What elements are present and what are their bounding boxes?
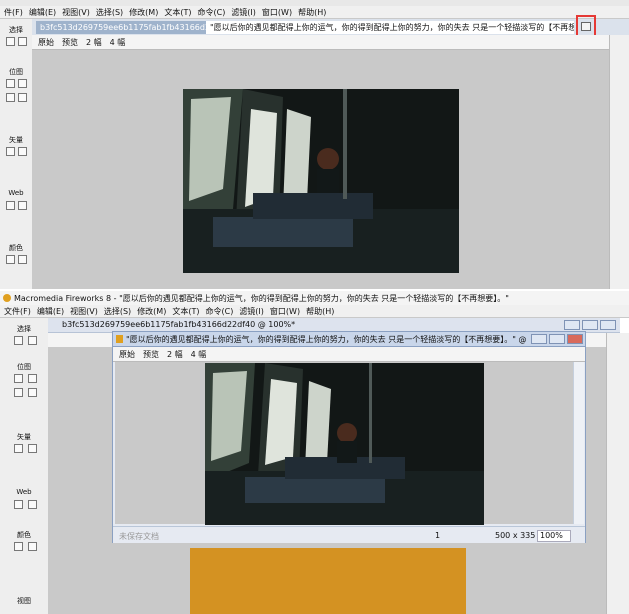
document-window-titlebar: "愿以后你的遇见都配得上你的运气，你的得到配得上你的努力，你的失去 只是一个轻描… (113, 332, 585, 347)
doc-tab-active[interactable]: "愿以后你的遇见都配得上你的运气，你的得到配得上你的努力，你的失去 只是一个轻描… (206, 21, 574, 34)
menu-item[interactable]: 帮助(H) (298, 7, 326, 18)
pen-icon[interactable] (6, 147, 15, 156)
view-tab-4up[interactable]: 4 幅 (191, 349, 207, 360)
tool-group-label: Web (16, 488, 32, 496)
bottom-right-panel (606, 333, 629, 614)
menu-item[interactable]: 滤镜(I) (239, 306, 264, 317)
menu-item[interactable]: 命令(C) (197, 7, 225, 18)
lasso-icon[interactable] (14, 374, 23, 383)
lasso-icon[interactable] (6, 79, 15, 88)
minimize-icon[interactable] (564, 320, 580, 330)
menu-item[interactable]: 窗口(W) (262, 7, 292, 18)
tool-group-label: 矢量 (17, 433, 31, 441)
menu-item[interactable]: 文本(T) (172, 306, 199, 317)
view-tab-4up[interactable]: 4 幅 (110, 37, 126, 48)
tool-group-label: Web (8, 189, 24, 197)
menu-item[interactable]: 编辑(E) (37, 306, 64, 317)
top-doc-tabs: b3fc513d269759ee6b1175fab1fb43166d22df40… (32, 15, 629, 37)
menu-item[interactable]: 修改(M) (137, 306, 166, 317)
menu-item[interactable]: 帮助(H) (306, 306, 334, 317)
fireworks-app-icon (3, 294, 11, 302)
minimize-icon[interactable] (531, 334, 547, 344)
status-doc-info: 未保存文档 (119, 532, 159, 541)
train-photo (183, 89, 459, 273)
top-toolbox: 选择 位图 矢量 Web 颜色 (0, 19, 33, 289)
menu-item[interactable]: 选择(S) (96, 7, 123, 18)
top-menubar: 件(F) 编辑(E) 视图(V) 选择(S) 修改(M) 文本(T) 命令(C)… (0, 6, 629, 19)
bottom-menubar: 文件(F) 编辑(E) 视图(V) 选择(S) 修改(M) 文本(T) 命令(C… (0, 305, 629, 318)
pen-icon[interactable] (18, 93, 27, 102)
menu-item[interactable]: 件(F) (4, 7, 23, 18)
view-tab-original[interactable]: 原始 (119, 349, 135, 360)
doc-strip-title: b3fc513d269759ee6b1175fab1fb43166d22df40… (62, 320, 296, 329)
hotspot-icon[interactable] (6, 201, 15, 210)
tool-group-label: 选择 (9, 26, 23, 34)
eyedropper-icon[interactable] (6, 255, 15, 264)
tool-group-label: 视图 (17, 597, 31, 605)
cursor-icon[interactable] (14, 336, 23, 345)
crop-icon[interactable] (28, 336, 37, 345)
train-photo-bottom (205, 363, 484, 525)
status-bar: 未保存文档 1 500 x 335 100% (113, 526, 585, 543)
tool-group-label: 位图 (17, 363, 31, 371)
train-photo-art (183, 89, 459, 273)
paint-bucket-icon[interactable] (18, 255, 27, 264)
close-icon[interactable] (600, 320, 616, 330)
slice-icon[interactable] (18, 201, 27, 210)
hotspot-icon[interactable] (14, 500, 23, 509)
text-icon[interactable] (18, 147, 27, 156)
menu-item[interactable]: 视图(V) (62, 7, 90, 18)
text-icon[interactable] (28, 444, 37, 453)
image-size: 500 x 335 (495, 531, 536, 540)
doc-tab[interactable]: b3fc513d269759ee6b1175fab1fb43166d22df40… (36, 21, 206, 34)
menu-item[interactable]: 命令(C) (205, 306, 233, 317)
maximize-icon[interactable] (549, 334, 565, 344)
document-icon (116, 335, 123, 343)
document-window-title: "愿以后你的遇见都配得上你的运气，你的得到配得上你的努力，你的失去 只是一个轻描… (126, 335, 526, 344)
view-tab-preview[interactable]: 预览 (143, 349, 159, 360)
menu-item[interactable]: 窗口(W) (270, 306, 300, 317)
menu-item[interactable]: 视图(V) (70, 306, 98, 317)
cursor-icon[interactable] (6, 37, 15, 46)
eraser-icon[interactable] (14, 388, 23, 397)
tool-group-label: 颜色 (9, 244, 23, 252)
crop-icon[interactable] (18, 37, 27, 46)
menu-item[interactable]: 选择(S) (104, 306, 131, 317)
view-tab-preview[interactable]: 预览 (62, 37, 78, 48)
menu-item[interactable]: 编辑(E) (29, 7, 56, 18)
top-right-panel (609, 35, 629, 289)
pen-icon[interactable] (28, 388, 37, 397)
bottom-toolbox: 选择 位图 矢量 Web 颜色 视图 (0, 318, 49, 614)
vertical-scrollbar[interactable] (573, 362, 584, 524)
eyedropper-icon[interactable] (14, 542, 23, 551)
menu-item[interactable]: 文件(F) (4, 306, 31, 317)
tool-group-label: 选择 (17, 325, 31, 333)
tool-group-label: 矢量 (9, 136, 23, 144)
train-photo-art (205, 363, 484, 525)
menu-item[interactable]: 文本(T) (164, 7, 191, 18)
view-tab-original[interactable]: 原始 (38, 37, 54, 48)
menu-item[interactable]: 滤镜(I) (231, 7, 256, 18)
close-icon[interactable] (567, 334, 583, 344)
tool-group-label: 颜色 (17, 531, 31, 539)
page-number: 1 (435, 531, 441, 540)
eraser-icon[interactable] (6, 93, 15, 102)
zoom-select[interactable]: 100% (537, 530, 571, 542)
pen-icon[interactable] (14, 444, 23, 453)
brush-icon[interactable] (18, 79, 27, 88)
orange-background (190, 548, 466, 614)
document-view-tabs: 原始 预览 2 幅 4 幅 (113, 347, 585, 362)
menu-item[interactable]: 修改(M) (129, 7, 158, 18)
window-title: Macromedia Fireworks 8 - "愿以后你的遇见都配得上你的运… (14, 294, 509, 303)
maximize-icon[interactable] (582, 320, 598, 330)
slice-icon[interactable] (28, 500, 37, 509)
restore-window-icon[interactable] (581, 22, 591, 31)
brush-icon[interactable] (28, 374, 37, 383)
paint-bucket-icon[interactable] (28, 542, 37, 551)
bottom-titlebar: Macromedia Fireworks 8 - "愿以后你的遇见都配得上你的运… (0, 291, 629, 306)
top-view-tabs: 原始 预览 2 幅 4 幅 (32, 35, 615, 50)
view-tab-2up[interactable]: 2 幅 (167, 349, 183, 360)
view-tab-2up[interactable]: 2 幅 (86, 37, 102, 48)
tool-group-label: 位图 (9, 68, 23, 76)
